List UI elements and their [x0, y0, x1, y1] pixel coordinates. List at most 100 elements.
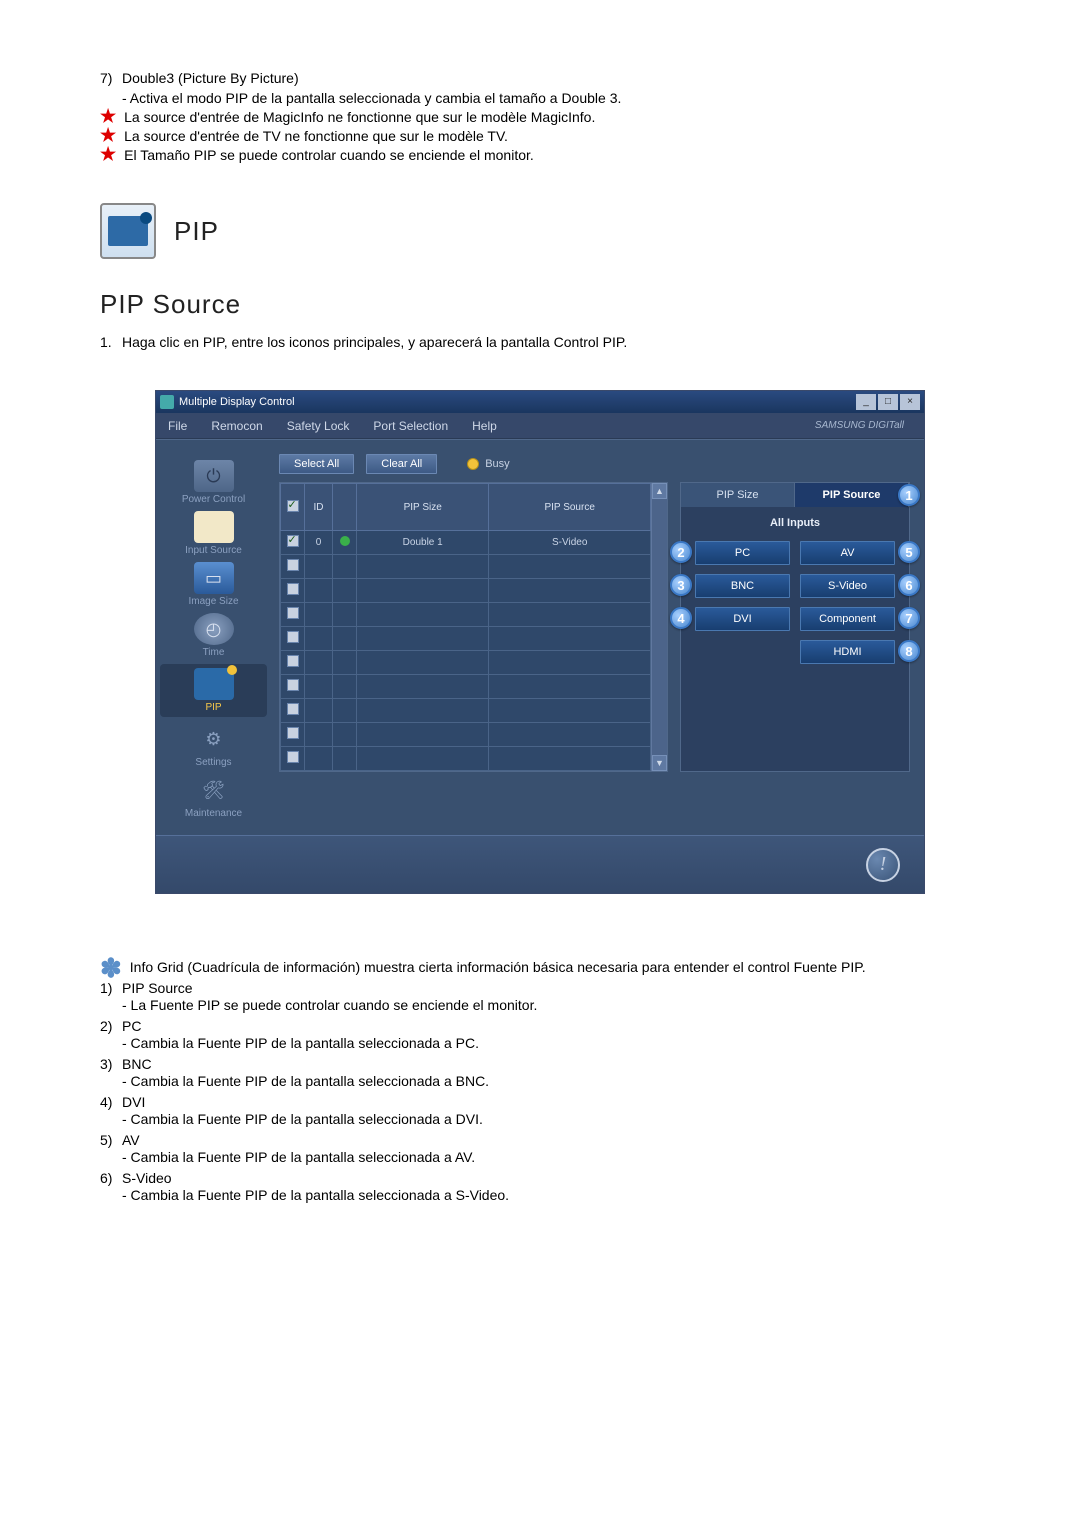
scroll-down-icon[interactable]: ▼ [652, 755, 667, 771]
app-body: ⏻Power Control Input Source ▭Image Size … [156, 439, 924, 835]
tab-pip-size[interactable]: PIP Size [681, 483, 795, 507]
post-star-note: ✽ Info Grid (Cuadrícula de información) … [100, 959, 980, 975]
intro-item-7-title: Double3 (Picture By Picture) [122, 70, 299, 86]
row-checkbox[interactable] [287, 727, 299, 739]
tab-pip-source[interactable]: PIP Source 1 [795, 483, 909, 507]
content-row: ID PIP Size PIP Source 0 Double 1 S-Vide… [279, 482, 910, 772]
source-bnc-button[interactable]: BNC3 [695, 574, 790, 598]
star-icon: ★ [100, 128, 116, 142]
app-icon [160, 395, 174, 409]
table-row[interactable] [281, 627, 651, 651]
titlebar: Multiple Display Control _□× [156, 391, 924, 413]
source-av-button[interactable]: AV5 [800, 541, 895, 565]
row-id: 0 [305, 531, 333, 555]
intro-item-7-num: 7) [100, 70, 122, 86]
row-pip-source: S-Video [489, 531, 651, 555]
menu-port-selection[interactable]: Port Selection [361, 419, 460, 433]
intro-item-7: 7)Double3 (Picture By Picture) [100, 70, 980, 86]
star-icon: ★ [100, 147, 116, 161]
window-controls: _□× [854, 394, 920, 410]
toolbar: Select All Clear All Busy [279, 454, 910, 474]
row-checkbox[interactable] [287, 703, 299, 715]
callout-4: 4 [670, 607, 692, 629]
source-hdmi-button[interactable]: HDMI8 [800, 640, 895, 664]
table-row[interactable] [281, 579, 651, 603]
row-checkbox[interactable] [287, 607, 299, 619]
busy-icon [467, 458, 479, 470]
maximize-button[interactable]: □ [878, 394, 898, 410]
right-panel: PIP Size PIP Source 1 All Inputs PC2 AV5… [680, 482, 910, 772]
table-header-row: ID PIP Size PIP Source [281, 484, 651, 531]
info-icon[interactable]: ! [866, 848, 900, 882]
brand-label: SAMSUNG DIGITall [803, 420, 916, 431]
select-all-button[interactable]: Select All [279, 454, 354, 474]
sidebar-maintenance[interactable]: 🛠Maintenance [160, 774, 267, 819]
minimize-button[interactable]: _ [856, 394, 876, 410]
menu-remocon[interactable]: Remocon [199, 419, 274, 433]
clear-all-button[interactable]: Clear All [366, 454, 437, 474]
table-row[interactable] [281, 555, 651, 579]
sidebar-pip[interactable]: PIP [160, 664, 267, 717]
row-checkbox[interactable] [287, 751, 299, 763]
pip-section-header: PIP [100, 203, 980, 259]
grid-table: ID PIP Size PIP Source 0 Double 1 S-Vide… [280, 483, 651, 771]
table-row[interactable] [281, 603, 651, 627]
callout-7: 7 [898, 607, 920, 629]
sidebar: ⏻Power Control Input Source ▭Image Size … [156, 440, 271, 835]
table-row[interactable] [281, 747, 651, 771]
star-icon: ✽ [100, 961, 122, 975]
all-inputs-label: All Inputs [681, 507, 909, 541]
section-intro-text: Haga clic en PIP, entre los iconos princ… [122, 334, 627, 350]
intro-item-7-desc: - Activa el modo PIP de la pantalla sele… [122, 90, 980, 106]
source-component-button[interactable]: Component7 [800, 607, 895, 631]
hdmi-row: HDMI8 [681, 631, 909, 664]
source-svideo-button[interactable]: S-Video6 [800, 574, 895, 598]
menu-file[interactable]: File [156, 419, 199, 433]
table-row[interactable] [281, 699, 651, 723]
menu-safety-lock[interactable]: Safety Lock [275, 419, 362, 433]
callout-3: 3 [670, 574, 692, 596]
row-checkbox[interactable] [287, 655, 299, 667]
pip-icon [100, 203, 156, 259]
star-icon: ★ [100, 109, 116, 123]
sidebar-input-source[interactable]: Input Source [160, 511, 267, 556]
table-row[interactable] [281, 675, 651, 699]
sidebar-image-size[interactable]: ▭Image Size [160, 562, 267, 607]
bottom-list: 1)PIP Source - La Fuente PIP se puede co… [100, 980, 980, 1203]
table-row[interactable] [281, 651, 651, 675]
row-checkbox[interactable] [287, 631, 299, 643]
section-intro-line: 1.Haga clic en PIP, entre los iconos pri… [100, 334, 980, 350]
scroll-up-icon[interactable]: ▲ [652, 483, 667, 499]
col-status [333, 484, 357, 531]
row-checkbox[interactable] [287, 559, 299, 571]
row-checkbox[interactable] [287, 535, 299, 547]
callout-6: 6 [898, 574, 920, 596]
sidebar-settings[interactable]: ⚙Settings [160, 723, 267, 768]
row-checkbox[interactable] [287, 679, 299, 691]
col-id: ID [305, 484, 333, 531]
menu-help[interactable]: Help [460, 419, 509, 433]
menubar: File Remocon Safety Lock Port Selection … [156, 413, 924, 439]
table-row[interactable]: 0 Double 1 S-Video [281, 531, 651, 555]
section-title: PIP Source [100, 289, 980, 320]
sidebar-time[interactable]: ◴Time [160, 613, 267, 658]
row-checkbox[interactable] [287, 583, 299, 595]
table-row[interactable] [281, 723, 651, 747]
col-pip-size: PIP Size [357, 484, 489, 531]
callout-5: 5 [898, 541, 920, 563]
status-dot-icon [340, 536, 350, 546]
close-button[interactable]: × [900, 394, 920, 410]
col-check[interactable] [281, 484, 305, 531]
footer-bar: ! [156, 835, 924, 893]
source-dvi-button[interactable]: DVI4 [695, 607, 790, 631]
source-pc-button[interactable]: PC2 [695, 541, 790, 565]
source-button-grid: PC2 AV5 BNC3 S-Video6 DVI4 Component7 [681, 541, 909, 631]
star-note-3: ★El Tamaño PIP se puede controlar cuando… [100, 147, 980, 163]
tab-row: PIP Size PIP Source 1 [681, 483, 909, 507]
star-note-1: ★La source d'entrée de MagicInfo ne fonc… [100, 109, 980, 125]
sidebar-power-control[interactable]: ⏻Power Control [160, 460, 267, 505]
info-grid: ID PIP Size PIP Source 0 Double 1 S-Vide… [279, 482, 668, 772]
row-pip-size: Double 1 [357, 531, 489, 555]
section-intro-num: 1. [100, 334, 122, 350]
vertical-scrollbar[interactable]: ▲ ▼ [651, 483, 667, 771]
